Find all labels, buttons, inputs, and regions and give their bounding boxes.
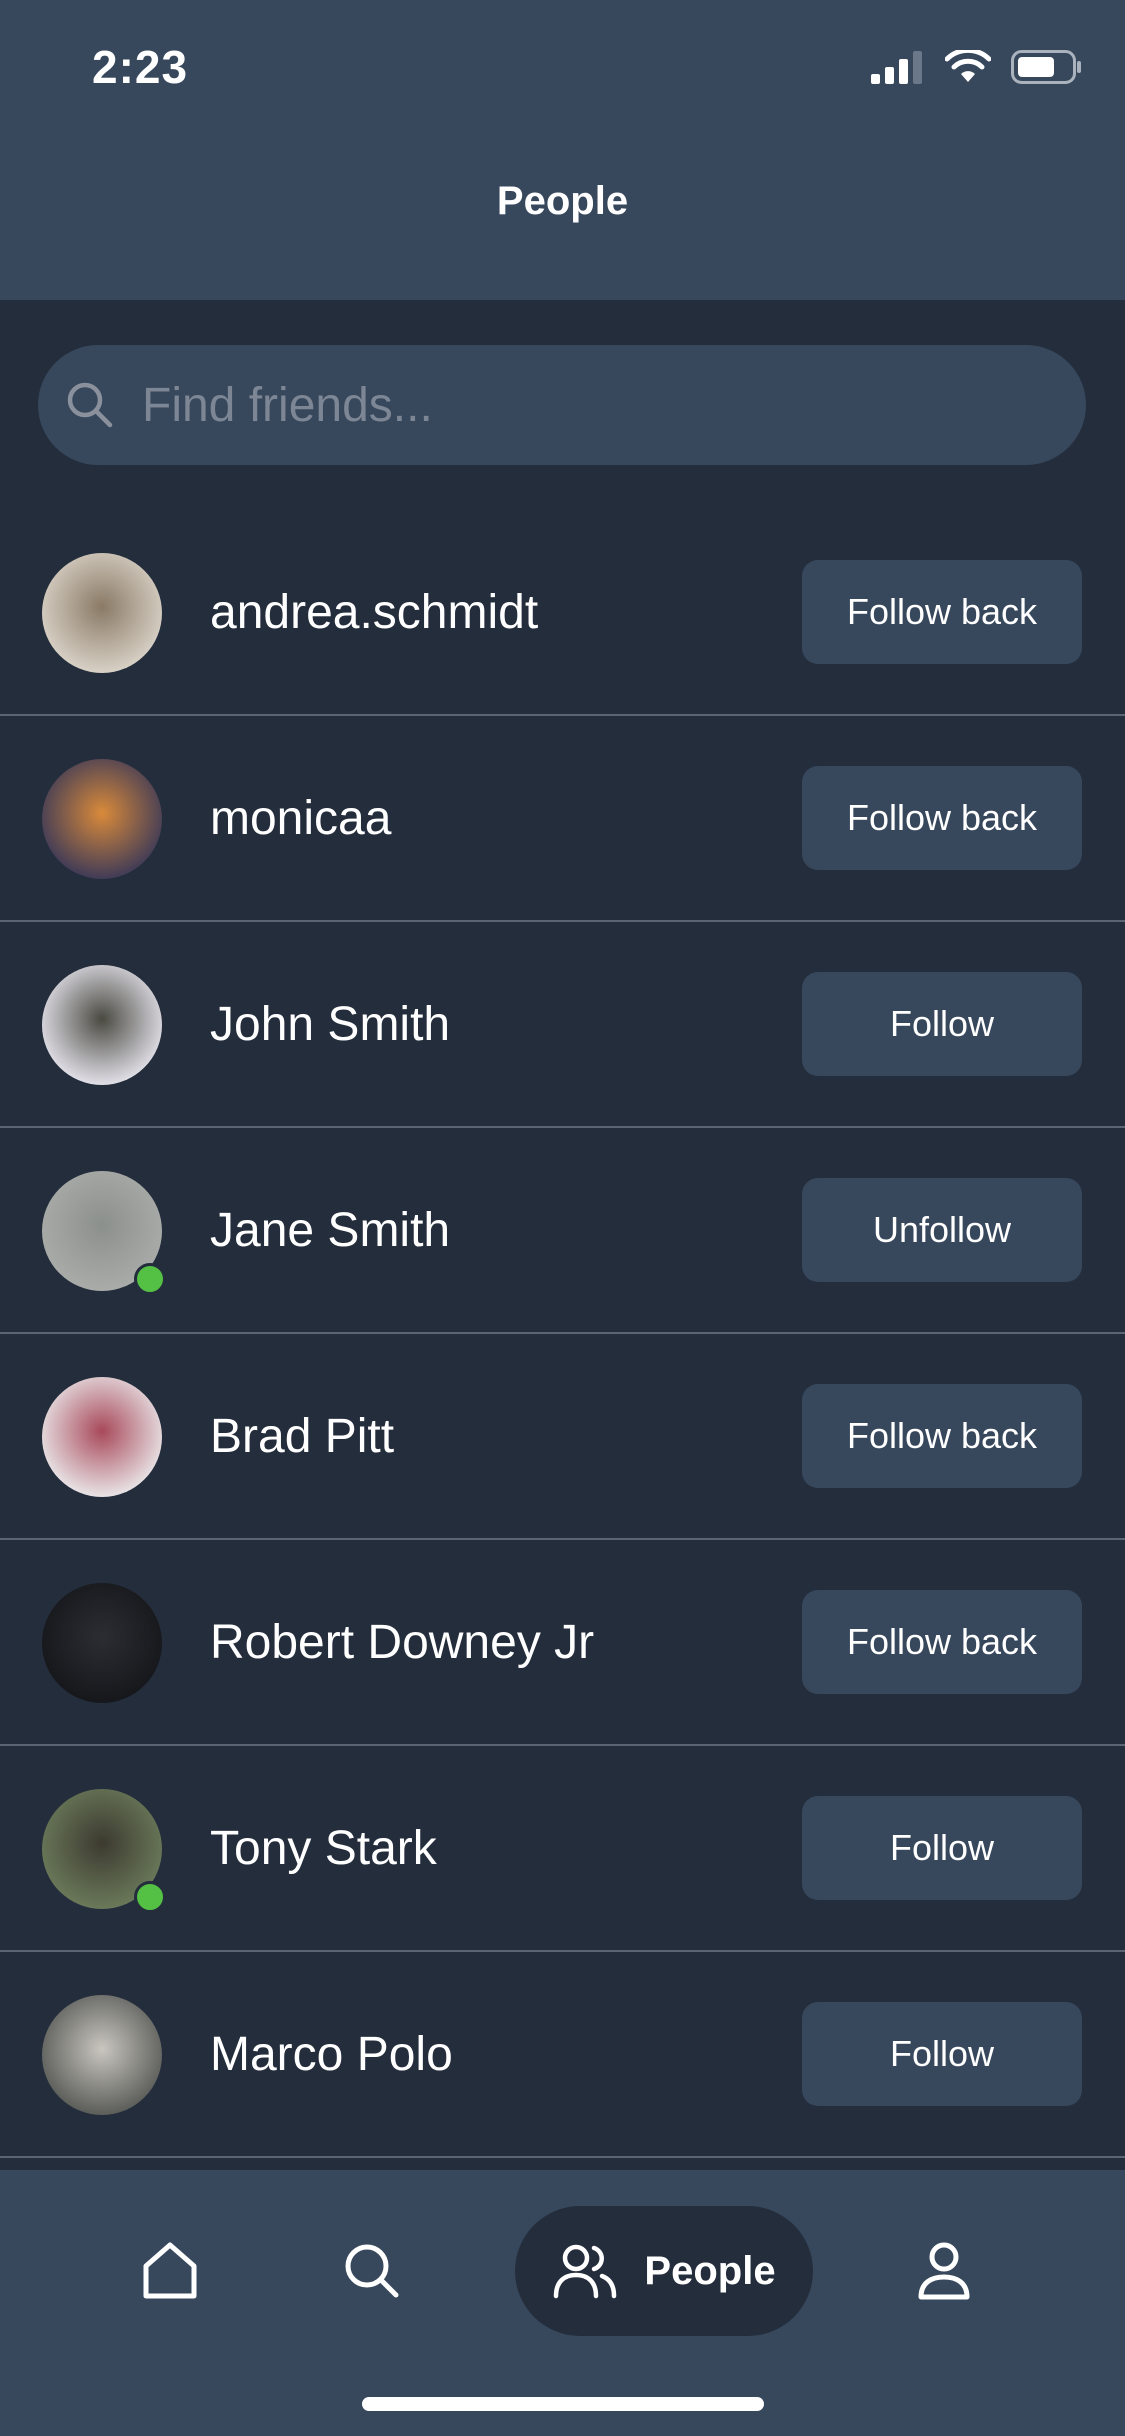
list-item[interactable]: Tony Stark Follow — [0, 1746, 1125, 1952]
follow-button[interactable]: Follow — [802, 2002, 1082, 2106]
unfollow-button[interactable]: Unfollow — [802, 1178, 1082, 1282]
search-input[interactable] — [140, 376, 1044, 434]
follow-back-button[interactable]: Follow back — [802, 766, 1082, 870]
header: People — [0, 132, 1125, 300]
person-name[interactable]: Brad Pitt — [210, 1409, 394, 1464]
people-list: andrea.schmidt Follow back monicaa Follow b… — [0, 510, 1125, 2158]
avatar[interactable] — [42, 1995, 162, 2115]
avatar[interactable] — [42, 553, 162, 673]
tab-people-label: People — [644, 2248, 776, 2293]
avatar[interactable] — [42, 1789, 166, 1913]
avatar-image — [42, 553, 162, 673]
avatar[interactable] — [42, 1377, 162, 1497]
list-item[interactable]: monicaa Follow back — [0, 716, 1125, 922]
list-item[interactable]: Brad Pitt Follow back — [0, 1334, 1125, 1540]
follow-button[interactable]: Follow — [802, 972, 1082, 1076]
person-name[interactable]: Marco Polo — [210, 2027, 453, 2082]
person-name[interactable]: Robert Downey Jr — [210, 1615, 594, 1670]
avatar-image — [42, 1377, 162, 1497]
avatar[interactable] — [42, 1171, 166, 1295]
avatar-image — [42, 1995, 162, 2115]
page-title: People — [496, 178, 629, 223]
follow-button[interactable]: Follow — [802, 1796, 1082, 1900]
person-name[interactable]: John Smith — [210, 997, 450, 1052]
online-indicator — [134, 1263, 166, 1295]
list-item[interactable]: Robert Downey Jr Follow back — [0, 1540, 1125, 1746]
follow-back-button[interactable]: Follow back — [802, 1384, 1082, 1488]
avatar[interactable] — [42, 759, 162, 879]
online-indicator — [134, 1881, 166, 1913]
follow-back-button[interactable]: Follow back — [802, 560, 1082, 664]
profile-icon — [918, 2242, 970, 2300]
search-bar[interactable] — [38, 345, 1086, 465]
avatar-image — [42, 759, 162, 879]
battery-icon — [1011, 50, 1081, 84]
avatar-image — [42, 1583, 162, 1703]
list-item[interactable]: andrea.schmidt Follow back — [0, 510, 1125, 716]
wifi-icon — [945, 50, 991, 82]
status-bar: 2:23 — [0, 0, 1125, 132]
status-icons — [871, 50, 1083, 84]
avatar[interactable] — [42, 965, 162, 1085]
search-icon — [67, 382, 113, 428]
avatar[interactable] — [42, 1583, 162, 1703]
person-name[interactable]: Jane Smith — [210, 1203, 450, 1258]
home-icon — [143, 2242, 197, 2299]
tab-search[interactable] — [332, 2236, 412, 2306]
list-item[interactable]: Jane Smith Unfollow — [0, 1128, 1125, 1334]
people-icon — [554, 2244, 617, 2299]
status-time: 2:23 — [92, 41, 189, 93]
person-name[interactable]: andrea.schmidt — [210, 585, 538, 640]
home-indicator — [362, 2397, 764, 2411]
person-name[interactable]: monicaa — [210, 791, 391, 846]
list-item[interactable]: John Smith Follow — [0, 922, 1125, 1128]
tab-home[interactable] — [130, 2236, 210, 2306]
follow-back-button[interactable]: Follow back — [802, 1590, 1082, 1694]
person-name[interactable]: Tony Stark — [210, 1821, 437, 1876]
signal-icon — [871, 51, 922, 84]
list-item[interactable]: Marco Polo Follow — [0, 1952, 1125, 2158]
avatar-image — [42, 965, 162, 1085]
tab-profile[interactable] — [904, 2236, 984, 2306]
tab-people[interactable]: People — [515, 2206, 813, 2336]
search-icon — [345, 2244, 399, 2298]
